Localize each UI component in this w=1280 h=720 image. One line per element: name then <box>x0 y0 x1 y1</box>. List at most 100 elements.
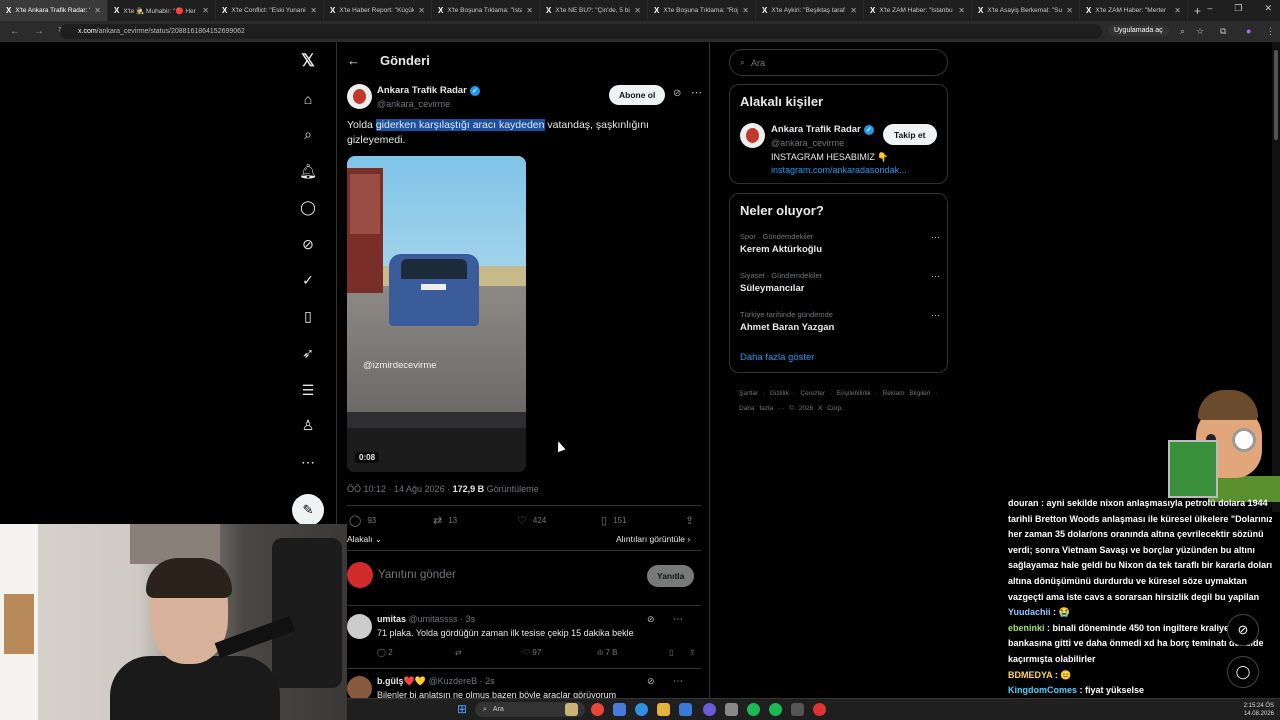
browser-tab[interactable]: X X'te Aykiri: "Beşiktaş taraf ✕ <box>756 0 864 21</box>
widget-icon[interactable] <box>565 703 578 716</box>
new-tab-icon[interactable]: + <box>1194 4 1201 18</box>
profile-avatar-icon[interactable]: ● <box>1246 26 1251 36</box>
close-tab-icon[interactable]: ✕ <box>310 6 317 15</box>
app-icon[interactable] <box>679 703 692 716</box>
comment-share[interactable]: ⇪ <box>689 648 696 657</box>
messages-float-button[interactable]: ◯ <box>1227 656 1259 688</box>
grok-icon[interactable]: ⊘ <box>298 234 318 254</box>
browser-tab[interactable]: X X'te Boşuna Tıklama: "İsta ✕ <box>432 0 540 21</box>
system-tray[interactable]: 2:15:24 ÖS 14.08.2026 <box>1130 701 1280 719</box>
author-avatar[interactable] <box>347 84 372 109</box>
clock[interactable]: 2:15:24 ÖS 14.08.2026 <box>1244 702 1274 718</box>
close-tab-icon[interactable]: ✕ <box>418 6 425 15</box>
subscribe-button[interactable]: Abone ol <box>609 85 666 105</box>
bell-icon[interactable]: 🔔︎ <box>298 161 318 181</box>
follow-button[interactable]: Takip et <box>883 124 937 145</box>
extensions-icon[interactable]: ⧉ <box>1220 26 1226 37</box>
browser-tab[interactable]: X X'te NE BU?: "Çin'de, 5 bi ✕ <box>540 0 648 21</box>
comment-like[interactable]: ♡ 97 <box>523 648 541 657</box>
app-icon[interactable] <box>813 703 826 716</box>
trend-item[interactable]: Spor · Gündemdekiler Kerem Aktürkoğlu ⋯ <box>740 232 940 255</box>
bookmark-icon[interactable]: ▯ <box>298 306 318 326</box>
messages-icon[interactable]: ◯ <box>298 197 318 217</box>
comment-avatar[interactable] <box>347 614 372 639</box>
app-icon[interactable] <box>791 703 804 716</box>
app-icon[interactable] <box>769 703 782 716</box>
comment-author[interactable]: umitas @umitassss · 3s <box>377 614 475 624</box>
back-icon[interactable]: ← <box>10 26 24 37</box>
close-tab-icon[interactable]: ✕ <box>94 6 101 15</box>
browser-tab[interactable]: X X'te 🕵 Muhabir: "🔴 Her ✕ <box>108 0 216 21</box>
footer-links[interactable]: Şartlar · Gizlilik · Çerezler · Erişileb… <box>739 386 939 416</box>
edge-icon[interactable] <box>635 703 648 716</box>
rocket-icon[interactable]: ➶ <box>298 343 318 363</box>
close-window-icon[interactable]: ✕ <box>1264 3 1272 14</box>
app-icon[interactable] <box>725 703 738 716</box>
post-more-icon[interactable]: ⋯ <box>691 86 702 99</box>
browser-tab[interactable]: X X'te ZAM Haber: "Merter ✕ <box>1080 0 1188 21</box>
comment-bookmark[interactable]: ▯ <box>669 648 673 657</box>
show-more-link[interactable]: Daha fazla göster <box>740 352 814 363</box>
minimize-icon[interactable]: – <box>1207 3 1212 14</box>
related-avatar[interactable] <box>740 123 765 148</box>
chrome-icon[interactable] <box>591 703 604 716</box>
forward-icon[interactable]: → <box>34 26 48 37</box>
post-video[interactable]: @izmirdecevirme 0:08 <box>347 156 526 472</box>
repost-action[interactable]: ⇄ 13 <box>433 514 457 527</box>
close-tab-icon[interactable]: ✕ <box>202 6 209 15</box>
menu-icon[interactable]: ⋮ <box>1266 26 1275 37</box>
search-icon[interactable]: ⌕ <box>298 124 318 144</box>
bookmark-action[interactable]: ▯ 151 <box>601 514 626 527</box>
back-arrow-icon[interactable]: ← <box>347 53 360 68</box>
reply-action[interactable]: ◯ 93 <box>349 514 376 527</box>
search-input[interactable]: ⌕ Ara <box>729 49 948 76</box>
close-tab-icon[interactable]: ✕ <box>1174 6 1181 15</box>
url-field[interactable]: x.com/ankara_cevirme/status/208816186415… <box>60 24 1102 39</box>
discord-icon[interactable] <box>703 703 716 716</box>
comment-more-icon[interactable]: ⋯ <box>673 614 683 625</box>
x-logo-icon[interactable]: 𝕏 <box>298 51 318 71</box>
trend-more-icon[interactable]: ⋯ <box>931 310 940 321</box>
more-icon[interactable]: ⋯ <box>298 452 318 472</box>
trend-item[interactable]: Türkiye tarihinde gündemde Ahmet Baran Ya… <box>740 310 940 333</box>
grok-explain-icon[interactable]: ⊘ <box>647 676 655 687</box>
windows-start-icon[interactable]: ⊞ <box>457 702 467 716</box>
related-name[interactable]: Ankara Trafik Radar ✓ <box>771 124 874 135</box>
open-in-app-button[interactable]: Uygulamada aç <box>1108 25 1169 36</box>
trend-item[interactable]: Siyaset · Gündemdekiler Süleymancılar ⋯ <box>740 271 940 294</box>
reply-input[interactable]: Yanıtını gönder <box>378 569 456 581</box>
close-tab-icon[interactable]: ✕ <box>1066 6 1073 15</box>
trend-more-icon[interactable]: ⋯ <box>931 232 940 243</box>
author-handle[interactable]: @ankara_cevirme <box>377 99 450 109</box>
zoom-icon[interactable]: ⌕ <box>1180 26 1185 37</box>
close-tab-icon[interactable]: ✕ <box>850 6 857 15</box>
app-icon[interactable] <box>613 703 626 716</box>
home-icon[interactable]: ⌂ <box>298 89 318 109</box>
grok-explain-icon[interactable]: ⊘ <box>647 614 655 625</box>
close-tab-icon[interactable]: ✕ <box>742 6 749 15</box>
close-tab-icon[interactable]: ✕ <box>958 6 965 15</box>
related-bio-link[interactable]: instagram.com/ankaradasondak... <box>771 165 907 175</box>
like-action[interactable]: ♡ 424 <box>517 514 546 527</box>
verified-icon[interactable]: ✓ <box>298 270 318 290</box>
reply-button[interactable]: Yanıtla <box>647 565 695 587</box>
lists-icon[interactable]: ☰ <box>298 380 318 400</box>
share-action[interactable]: ⇪ <box>685 514 694 527</box>
browser-tab[interactable]: X X'te Asayiş Berkemal: "Su ✕ <box>972 0 1080 21</box>
close-tab-icon[interactable]: ✕ <box>526 6 533 15</box>
trend-more-icon[interactable]: ⋯ <box>931 271 940 282</box>
grok-float-button[interactable]: ⊘ <box>1227 614 1259 646</box>
grok-explain-icon[interactable]: ⊘ <box>673 88 681 99</box>
view-quotes-link[interactable]: Alıntıları görüntüle › <box>616 534 690 544</box>
comment-reply[interactable]: ◯ 2 <box>377 648 393 657</box>
comment-author[interactable]: b.gülş❤️💛 @KuzdereB · 2s <box>377 676 495 687</box>
browser-tab[interactable]: X X'te Boşuna Tıklama: "Roj ✕ <box>648 0 756 21</box>
comment-views[interactable]: ılı 7 B <box>597 648 617 657</box>
browser-tab[interactable]: X X'te ZAM Haber: "İstanbu ✕ <box>864 0 972 21</box>
spotify-icon[interactable] <box>747 703 760 716</box>
folder-icon[interactable] <box>657 703 670 716</box>
related-dropdown[interactable]: Alakalı ⌄ <box>347 534 382 545</box>
browser-tab[interactable]: X X'te Conflict: "Eski Yunani ✕ <box>216 0 324 21</box>
comment-repost[interactable]: ⇄ <box>455 648 462 657</box>
profile-icon[interactable]: ♙ <box>298 415 318 435</box>
